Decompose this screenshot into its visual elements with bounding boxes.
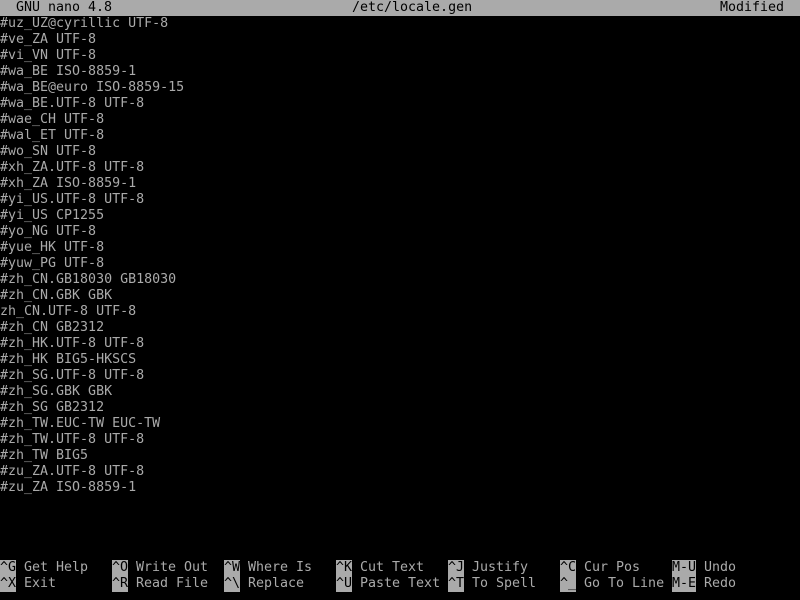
- shortcut-key: ^O: [112, 560, 129, 576]
- editor-line[interactable]: #zh_CN.GB18030 GB18030: [0, 272, 800, 288]
- modified-status: Modified: [719, 0, 784, 15]
- editor-line[interactable]: #yuw_PG UTF-8: [0, 256, 800, 272]
- file-name: /etc/locale.gen: [352, 0, 473, 15]
- shortcut-label: Cut Text: [360, 560, 425, 575]
- editor-line[interactable]: #zh_HK.UTF-8 UTF-8: [0, 336, 800, 352]
- editor-line[interactable]: zh_CN.UTF-8 UTF-8: [0, 304, 800, 320]
- shortcut-replace[interactable]: ^\ Replace: [224, 576, 304, 592]
- editor-line[interactable]: #zh_TW.EUC-TW EUC-TW: [0, 416, 800, 432]
- title-bar: GNU nano 4.8 /etc/locale.gen Modified: [0, 0, 800, 16]
- shortcut-key: ^\: [224, 576, 241, 592]
- shortcut-label: To Spell: [472, 576, 537, 591]
- shortcut-label: Cur Pos: [584, 560, 641, 575]
- shortcut-label: Get Help: [24, 560, 89, 575]
- editor-line[interactable]: #zu_ZA ISO-8859-1: [0, 480, 800, 496]
- shortcut-label: Justify: [472, 560, 529, 575]
- shortcut-key: ^_: [560, 576, 577, 592]
- shortcut-key: ^R: [112, 576, 129, 592]
- shortcut-key: ^U: [336, 576, 353, 592]
- editor-line[interactable]: #zh_SG.GBK GBK: [0, 384, 800, 400]
- shortcut-row-1: ^G Get Help ^O Write Out ^W Where Is ^K …: [0, 560, 800, 576]
- editor-line[interactable]: #wa_BE@euro ISO-8859-15: [0, 80, 800, 96]
- editor-line[interactable]: #zh_CN.GBK GBK: [0, 288, 800, 304]
- shortcut-cur-pos[interactable]: ^C Cur Pos: [560, 560, 640, 576]
- shortcut-undo[interactable]: M-U Undo: [672, 560, 736, 576]
- shortcut-label: Where Is: [248, 560, 313, 575]
- shortcut-redo[interactable]: M-E Redo: [672, 576, 736, 592]
- shortcut-paste-text[interactable]: ^U Paste Text: [336, 576, 440, 592]
- shortcut-where-is[interactable]: ^W Where Is: [224, 560, 312, 576]
- editor-line[interactable]: #wal_ET UTF-8: [0, 128, 800, 144]
- shortcut-label: Redo: [704, 576, 737, 591]
- editor-line[interactable]: #yue_HK UTF-8: [0, 240, 800, 256]
- editor-area[interactable]: #uz_UZ@cyrillic UTF-8 #ve_ZA UTF-8 #vi_V…: [0, 16, 800, 528]
- editor-line[interactable]: #uz_UZ@cyrillic UTF-8: [0, 16, 800, 32]
- editor-line[interactable]: #zh_TW BIG5: [0, 448, 800, 464]
- editor-line[interactable]: #yi_US.UTF-8 UTF-8: [0, 192, 800, 208]
- shortcut-key: ^K: [336, 560, 353, 576]
- editor-line[interactable]: #zu_ZA.UTF-8 UTF-8: [0, 464, 800, 480]
- editor-line[interactable]: #wa_BE.UTF-8 UTF-8: [0, 96, 800, 112]
- shortcut-key: ^G: [0, 560, 17, 576]
- shortcut-key: ^X: [0, 576, 17, 592]
- shortcut-label: Exit: [24, 576, 57, 591]
- shortcut-exit[interactable]: ^X Exit: [0, 576, 56, 592]
- shortcut-read-file[interactable]: ^R Read File: [112, 576, 208, 592]
- editor-line[interactable]: #zh_CN GB2312: [0, 320, 800, 336]
- shortcut-row-2: ^X Exit ^R Read File ^\ Replace ^U Paste…: [0, 576, 800, 592]
- editor-line[interactable]: #xh_ZA.UTF-8 UTF-8: [0, 160, 800, 176]
- shortcut-label: Replace: [248, 576, 305, 591]
- editor-line[interactable]: #wae_CH UTF-8: [0, 112, 800, 128]
- editor-line[interactable]: #zh_HK BIG5-HKSCS: [0, 352, 800, 368]
- shortcut-key: M-E: [672, 576, 697, 592]
- editor-line[interactable]: #xh_ZA ISO-8859-1: [0, 176, 800, 192]
- editor-line[interactable]: #yo_NG UTF-8: [0, 224, 800, 240]
- shortcut-label: Read File: [136, 576, 209, 591]
- shortcut-label: Go To Line: [584, 576, 665, 591]
- editor-line[interactable]: #wa_BE ISO-8859-1: [0, 64, 800, 80]
- shortcut-to-spell[interactable]: ^T To Spell: [448, 576, 536, 592]
- shortcut-key: ^C: [560, 560, 577, 576]
- shortcut-label: Write Out: [136, 560, 209, 575]
- editor-line[interactable]: #zh_SG GB2312: [0, 400, 800, 416]
- shortcut-cut-text[interactable]: ^K Cut Text: [336, 560, 424, 576]
- shortcut-key: ^W: [224, 560, 241, 576]
- shortcut-key: ^T: [448, 576, 465, 592]
- editor-line[interactable]: #ve_ZA UTF-8: [0, 32, 800, 48]
- editor-line[interactable]: #vi_VN UTF-8: [0, 48, 800, 64]
- shortcut-key: M-U: [672, 560, 697, 576]
- shortcut-key: ^J: [448, 560, 465, 576]
- shortcut-get-help[interactable]: ^G Get Help: [0, 560, 88, 576]
- shortcut-bar: ^G Get Help ^O Write Out ^W Where Is ^K …: [0, 560, 800, 592]
- editor-line[interactable]: #yi_US CP1255: [0, 208, 800, 224]
- shortcut-go-to-line[interactable]: ^_ Go To Line: [560, 576, 664, 592]
- app-name: GNU nano 4.8: [16, 0, 113, 15]
- shortcut-label: Undo: [704, 560, 737, 575]
- shortcut-label: Paste Text: [360, 576, 441, 591]
- editor-line[interactable]: #zh_TW.UTF-8 UTF-8: [0, 432, 800, 448]
- shortcut-justify[interactable]: ^J Justify: [448, 560, 528, 576]
- editor-line[interactable]: #zh_SG.UTF-8 UTF-8: [0, 368, 800, 384]
- shortcut-write-out[interactable]: ^O Write Out: [112, 560, 208, 576]
- editor-line[interactable]: #wo_SN UTF-8: [0, 144, 800, 160]
